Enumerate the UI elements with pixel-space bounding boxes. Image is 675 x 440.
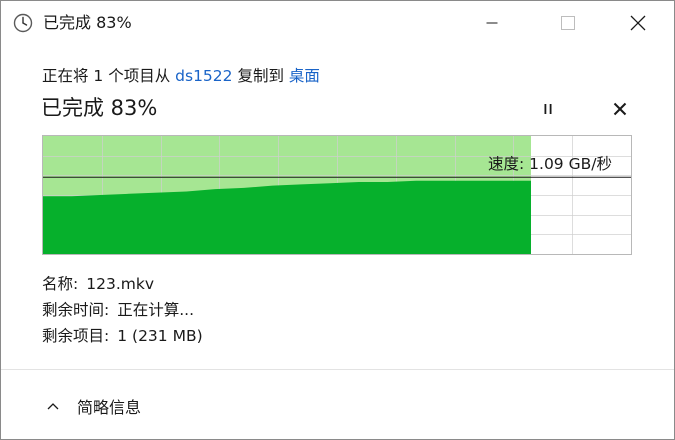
copy-progress-window: 已完成 83% 正在将 1 个项目从 ds1522 复制到 桌面 已完成 83% [0, 0, 675, 440]
time-remaining-label: 剩余时间: [42, 301, 110, 319]
window-close-button[interactable] [615, 1, 661, 45]
source-link[interactable]: ds1522 [175, 67, 232, 85]
items-remaining-label: 剩余项目: [42, 327, 110, 345]
info-name-row: 名称: 123.mkv [42, 273, 154, 295]
subtitle-mid: 复制到 [232, 67, 289, 85]
fewer-details-label: 简略信息 [77, 398, 142, 417]
clock-icon [13, 13, 33, 33]
minimize-button[interactable] [469, 1, 515, 45]
name-value: 123.mkv [86, 275, 154, 293]
close-icon [613, 102, 627, 116]
window-close-icon [630, 15, 646, 31]
info-time-row: 剩余时间: 正在计算... [42, 299, 194, 321]
maximize-button[interactable] [545, 1, 591, 45]
subtitle-prefix: 正在将 1 个项目从 [42, 67, 176, 85]
pause-icon [544, 104, 552, 114]
time-remaining-value: 正在计算... [117, 301, 195, 319]
footer-divider [1, 369, 674, 370]
maximize-icon [561, 16, 575, 30]
progress-heading: 已完成 83% [41, 96, 158, 120]
copy-description: 正在将 1 个项目从 ds1522 复制到 桌面 [42, 65, 320, 87]
minimize-icon [486, 22, 498, 24]
info-items-row: 剩余项目: 1 (231 MB) [42, 325, 203, 347]
items-remaining-value: 1 (231 MB) [117, 327, 203, 345]
fewer-details-toggle[interactable]: 简略信息 [45, 393, 141, 419]
window-title: 已完成 83% [43, 13, 132, 32]
pause-button[interactable] [536, 97, 560, 121]
speed-label: 速度: 1.09 GB/秒 [488, 155, 612, 173]
chevron-up-icon [45, 398, 61, 414]
destination-link[interactable]: 桌面 [289, 67, 320, 85]
title-bar[interactable]: 已完成 83% [1, 1, 674, 45]
cancel-button[interactable] [608, 97, 632, 121]
name-label: 名称: [42, 275, 79, 293]
